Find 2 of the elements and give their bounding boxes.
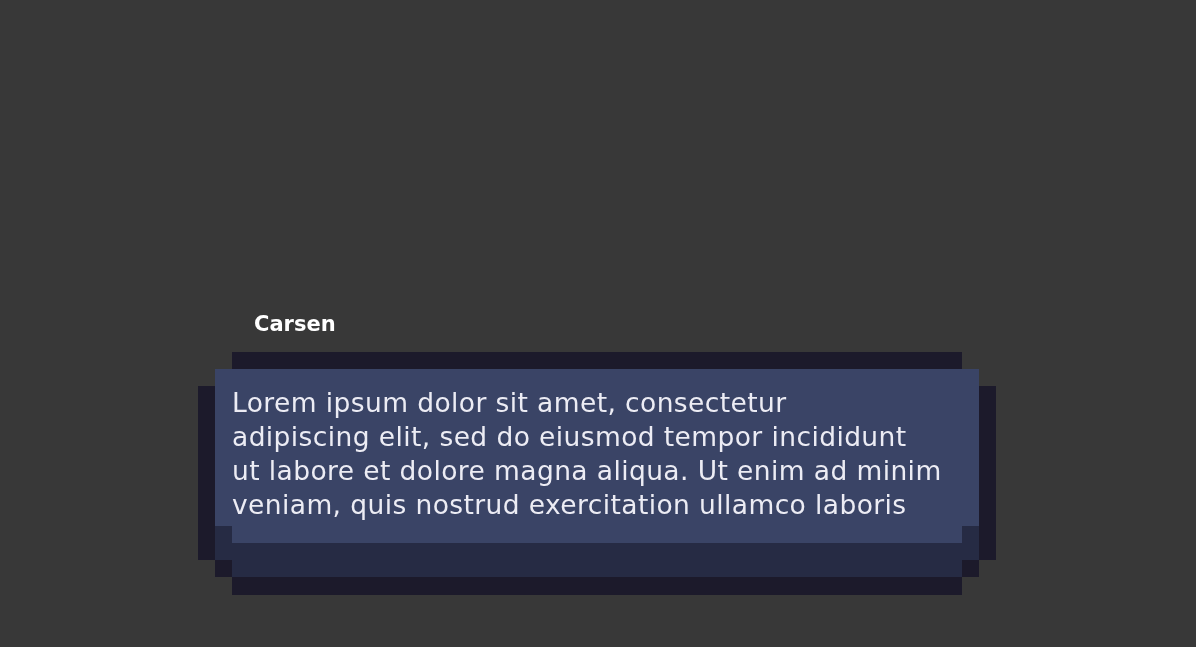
speaker-name: Carsen — [254, 312, 337, 338]
dialog-text: Lorem ipsum dolor sit amet, consectetur adipiscing elit, sed do eiusmod tempor incididunt ut labore et dolore magna aliqua. Ut enim ad minim veniam, quis nostrud exercitation ullamco laboris — [232, 386, 942, 522]
